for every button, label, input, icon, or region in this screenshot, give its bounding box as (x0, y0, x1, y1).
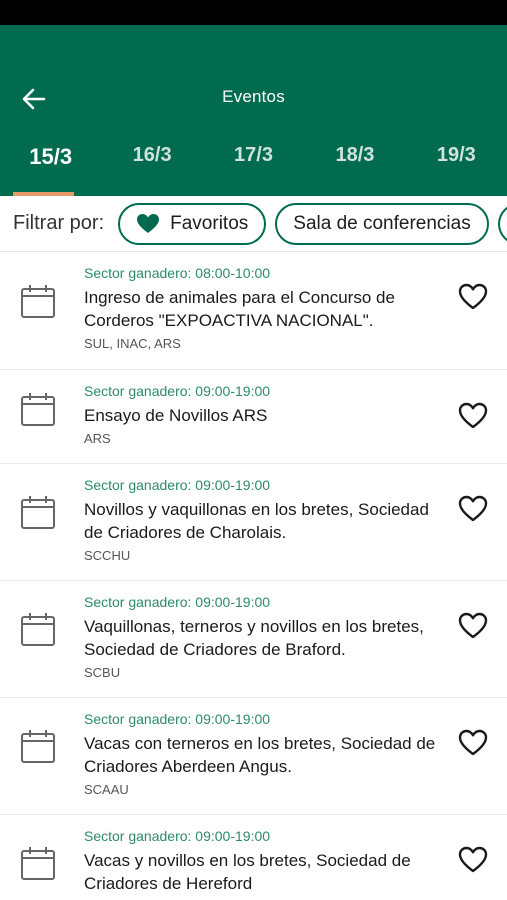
tab-label: 17/3 (234, 144, 273, 166)
favorite-button[interactable] (457, 400, 489, 430)
event-time: Sector ganadero: 09:00-19:00 (84, 477, 271, 493)
event-row[interactable]: Sector ganadero: 09:00-19:00 Vacas y nov… (0, 815, 507, 900)
calendar-icon (21, 285, 55, 318)
tab-label: 15/3 (29, 144, 73, 169)
tab-date-16-3[interactable]: 16/3 (101, 120, 202, 196)
event-organizer: SCCHU (84, 548, 131, 563)
event-list: Sector ganadero: 08:00-10:00 Ingreso de … (0, 252, 507, 900)
event-title: Ingreso de animales para el Concurso de … (84, 288, 395, 330)
tab-label: 19/3 (436, 144, 476, 166)
event-row[interactable]: Sector ganadero: 09:00-19:00 Novillos y … (0, 464, 507, 581)
tab-label: 18/3 (335, 144, 375, 166)
calendar-icon (21, 393, 55, 426)
tab-date-15-3[interactable]: 15/3 (0, 120, 101, 196)
event-organizer: ARS (84, 431, 111, 446)
event-row[interactable]: Sector ganadero: 09:00-19:00 Ensayo de N… (0, 370, 507, 464)
event-time: Sector ganadero: 09:00-19:00 (84, 711, 271, 727)
event-row[interactable]: Sector ganadero: 09:00-19:00 Vacas con t… (0, 698, 507, 815)
event-time: Sector ganadero: 09:00-19:00 (84, 594, 271, 610)
favorite-button[interactable] (457, 281, 489, 311)
event-organizer: SUL, INAC, ARS (84, 336, 181, 351)
favorite-button[interactable] (457, 493, 489, 523)
tab-label: 16/3 (132, 144, 172, 166)
event-title: Vaquillonas, terneros y novillos en los … (84, 617, 424, 659)
event-row[interactable]: Sector ganadero: 09:00-19:00 Vaquillonas… (0, 581, 507, 698)
status-bar (0, 0, 507, 25)
more-filter-chip[interactable] (497, 202, 507, 245)
date-tabs: 15/3 16/3 17/3 18/3 19/3 (0, 120, 507, 196)
chip-label: Favoritos (170, 212, 249, 234)
tab-date-18-3[interactable]: 18/3 (304, 120, 405, 196)
event-title: Novillos y vaquillonas en los bretes, So… (84, 500, 429, 542)
event-title: Ensayo de Novillos ARS (84, 406, 268, 425)
event-time: Sector ganadero: 09:00-19:00 (84, 828, 271, 844)
event-time: Sector ganadero: 08:00-10:00 (84, 265, 271, 281)
event-time: Sector ganadero: 09:00-19:00 (84, 383, 271, 399)
calendar-icon (21, 613, 55, 646)
heart-outline-icon (458, 402, 488, 428)
heart-outline-icon (458, 495, 488, 521)
filter-label: Filtrar por: (13, 212, 105, 234)
heart-filled-icon (137, 214, 160, 233)
heart-outline-icon (458, 846, 488, 872)
favorite-button[interactable] (457, 727, 489, 757)
heart-outline-icon (458, 612, 488, 638)
event-organizer: SCBU (84, 665, 121, 680)
calendar-icon (21, 496, 55, 529)
page-title: Eventos (222, 87, 285, 106)
filter-bar: Filtrar por: Favoritos Sala de conferenc… (0, 196, 507, 252)
favorite-button[interactable] (457, 844, 489, 874)
app-header: Eventos (0, 25, 507, 120)
favorite-button[interactable] (457, 610, 489, 640)
favorites-filter-chip[interactable]: Favoritos (118, 202, 267, 245)
heart-outline-icon (458, 283, 488, 309)
conference-room-filter-chip[interactable]: Sala de conferencias (275, 202, 489, 245)
tab-date-17-3[interactable]: 17/3 (203, 120, 304, 196)
event-title: Vacas con terneros en los bretes, Socied… (84, 734, 436, 776)
tab-date-19-3[interactable]: 19/3 (406, 120, 507, 196)
chip-label: Sala de conferencias (293, 212, 471, 234)
heart-outline-icon (458, 729, 488, 755)
event-row[interactable]: Sector ganadero: 08:00-10:00 Ingreso de … (0, 252, 507, 370)
calendar-icon (21, 847, 55, 880)
event-organizer: SCAAU (84, 782, 129, 797)
event-title: Vacas y novillos en los bretes, Sociedad… (84, 851, 411, 893)
calendar-icon (21, 730, 55, 763)
